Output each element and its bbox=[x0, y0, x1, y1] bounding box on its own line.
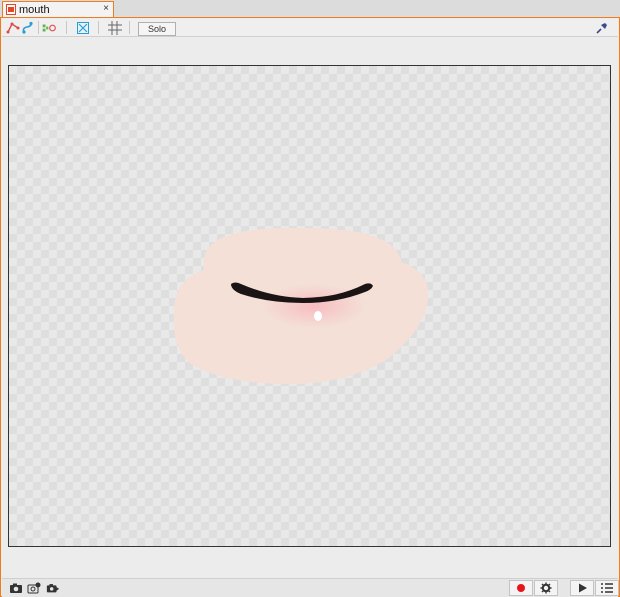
link-icon[interactable] bbox=[21, 21, 35, 35]
glue-icon[interactable] bbox=[42, 21, 56, 35]
play-icon bbox=[579, 583, 587, 593]
camera-settings-icon[interactable] bbox=[46, 581, 60, 595]
toolbar-separator bbox=[66, 21, 67, 34]
settings-button[interactable] bbox=[534, 580, 558, 596]
mouth-artwork bbox=[173, 227, 429, 384]
toolbar-separator bbox=[38, 21, 39, 34]
camera-add-icon[interactable] bbox=[27, 581, 41, 595]
grid-icon[interactable] bbox=[108, 21, 122, 35]
record-icon bbox=[517, 584, 525, 592]
canvas-view[interactable] bbox=[8, 65, 611, 547]
list-button[interactable] bbox=[595, 580, 619, 596]
toolbar-separator bbox=[98, 21, 99, 34]
tab-bar: mouth × bbox=[0, 0, 620, 18]
toolbar-separator bbox=[129, 21, 130, 34]
camera-icon[interactable] bbox=[9, 581, 23, 595]
close-icon[interactable]: × bbox=[103, 3, 109, 14]
play-button[interactable] bbox=[570, 580, 594, 596]
list-icon bbox=[601, 583, 613, 593]
tab-mouth[interactable]: mouth × bbox=[2, 1, 114, 18]
pin-icon[interactable] bbox=[595, 21, 609, 35]
toolbar: Solo bbox=[2, 19, 618, 37]
record-button[interactable] bbox=[509, 580, 533, 596]
solo-button[interactable]: Solo bbox=[138, 22, 176, 36]
view-panel: Solo bbox=[0, 17, 620, 597]
tab-title: mouth bbox=[19, 4, 50, 16]
tooth-highlight bbox=[314, 311, 322, 321]
gear-icon bbox=[540, 582, 552, 594]
fit-view-icon[interactable] bbox=[76, 21, 90, 35]
document-icon bbox=[6, 4, 16, 15]
bottom-bar bbox=[2, 578, 619, 597]
deform-path-icon[interactable] bbox=[6, 21, 20, 35]
